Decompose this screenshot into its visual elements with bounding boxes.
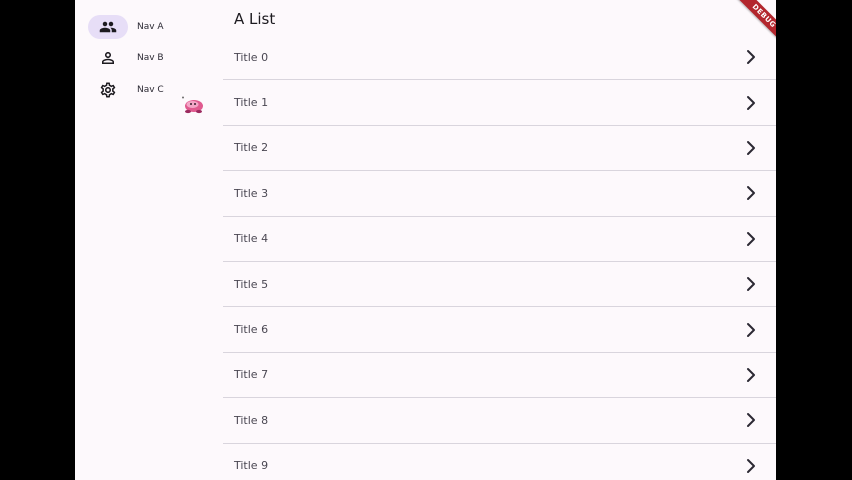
list-item-title: Title 8: [234, 413, 269, 427]
list-item[interactable]: Title 7: [223, 353, 776, 399]
list-item[interactable]: Title 0: [223, 35, 776, 81]
list-item-title: Title 1: [234, 96, 269, 110]
list-item[interactable]: Title 1: [223, 80, 776, 126]
nav-item-a-indicator: [88, 15, 128, 39]
chevron-right-icon: [747, 140, 755, 155]
chevron-right-icon: [747, 367, 755, 382]
mascot-icon: [182, 96, 203, 114]
chevron-right-icon: [747, 413, 755, 428]
chevron-right-icon: [747, 458, 755, 473]
chevron-right-icon: [747, 277, 755, 292]
list-item-title: Title 6: [234, 323, 269, 337]
chevron-right-icon: [747, 186, 755, 201]
list-item-title: Title 5: [234, 277, 269, 291]
title-list[interactable]: Title 0 Title 1 Title 2 Title 3 Title 4 …: [223, 35, 776, 480]
list-item-title: Title 7: [234, 368, 269, 382]
nav-item-a-label: Nav A: [137, 22, 164, 32]
nav-item-c-label: Nav C: [137, 85, 164, 95]
list-item[interactable]: Title 3: [223, 171, 776, 217]
nav-item-a[interactable]: Nav A: [88, 14, 208, 40]
list-item[interactable]: Title 5: [223, 262, 776, 308]
list-item[interactable]: Title 8: [223, 398, 776, 444]
list-item[interactable]: Title 4: [223, 217, 776, 262]
chevron-right-icon: [747, 95, 755, 110]
chevron-right-icon: [747, 50, 755, 65]
app-window: Nav A Nav B Nav C A List Title 0 Title 1…: [75, 0, 776, 480]
person-icon: [102, 52, 114, 64]
list-item-title: Title 2: [234, 141, 269, 155]
main-content: A List Title 0 Title 1 Title 2 Title 3 T…: [223, 0, 776, 480]
list-item-title: Title 0: [234, 50, 269, 64]
list-item-title: Title 9: [234, 459, 269, 473]
chevron-right-icon: [747, 322, 755, 337]
list-item-title: Title 4: [234, 232, 269, 246]
gear-icon: [100, 82, 116, 98]
list-item-title: Title 3: [234, 186, 269, 200]
list-item[interactable]: Title 6: [223, 307, 776, 353]
list-item[interactable]: Title 2: [223, 126, 776, 172]
nav-item-b-label: Nav B: [137, 53, 164, 63]
list-item[interactable]: Title 9: [223, 444, 776, 480]
navigation-rail: Nav A Nav B Nav C: [75, 0, 223, 480]
chevron-right-icon: [747, 231, 755, 246]
people-icon: [99, 21, 117, 33]
nav-item-b[interactable]: Nav B: [88, 45, 208, 71]
page-title: A List: [234, 10, 276, 28]
nav-item-b-indicator: [88, 46, 128, 70]
nav-item-c-indicator: [88, 78, 128, 102]
